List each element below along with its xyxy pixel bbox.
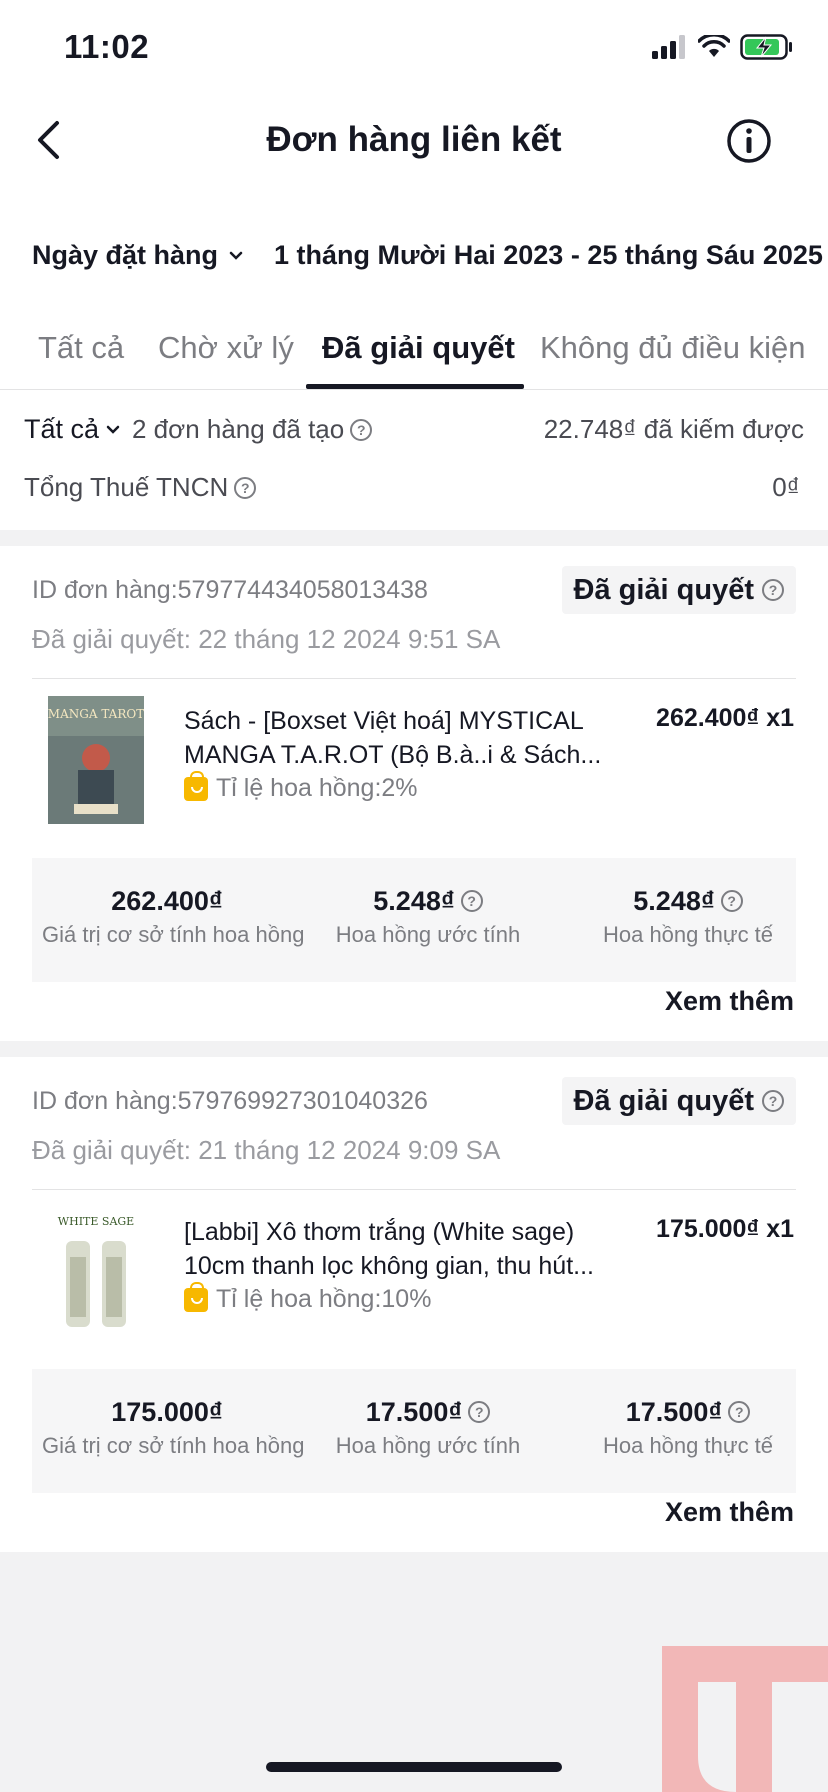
product-thumbnail[interactable]: WHITE SAGE: [48, 1207, 144, 1335]
status-time: 11:02: [64, 28, 150, 65]
orders-created: 2 đơn hàng đã tạo ?: [132, 414, 373, 445]
order-filter-dropdown[interactable]: Tất cả: [24, 414, 121, 445]
product-name[interactable]: [Labbi] Xô thơm trắng (White sage) 10cm …: [184, 1215, 624, 1283]
info-button[interactable]: [726, 118, 772, 164]
actual-commission: 17.500₫: [625, 1396, 723, 1427]
order-id: ID đơn hàng:579769927301040326: [32, 1087, 428, 1115]
battery-charging-icon: [740, 34, 792, 60]
thumb-title: WHITE SAGE: [58, 1215, 134, 1228]
order-id: ID đơn hàng:579774434058013438: [32, 576, 428, 604]
commission-rate-text: Tỉ lệ hoa hồng:2%: [216, 774, 418, 802]
base-value: 175.000₫: [111, 1396, 223, 1427]
order-card: ID đơn hàng:579774434058013438 Đã giải q…: [0, 546, 828, 1041]
tax-value: 0₫: [772, 472, 800, 502]
watermark-logo: [662, 1646, 828, 1792]
tab-resolved[interactable]: Đã giải quyết: [322, 330, 515, 366]
signal-icon: [652, 35, 685, 59]
product-price: 175.000₫ x1: [656, 1215, 794, 1243]
info-icon: [727, 119, 771, 163]
help-icon[interactable]: ?: [468, 1401, 491, 1423]
order-filter-label: Tất cả: [24, 414, 100, 444]
commission-rate: Tỉ lệ hoa hồng:2%: [184, 770, 418, 803]
help-icon[interactable]: ?: [234, 476, 257, 499]
status-badge: Đã giải quyết ?: [561, 566, 796, 614]
estimated-commission-label: Hoa hồng ước tính: [335, 922, 521, 947]
date-range-selector[interactable]: 1 tháng Mười Hai 2023 - 25 tháng Sáu 202…: [274, 240, 823, 271]
help-icon[interactable]: ?: [460, 890, 483, 912]
date-type-label: Ngày đặt hàng: [32, 240, 219, 270]
base-value-stat: 175.000₫ Giá trị cơ sở tính hoa hồng: [42, 1395, 305, 1459]
product-name[interactable]: Sách - [Boxset Việt hoá] MYSTICAL MANGA …: [184, 704, 624, 772]
status-tabs: Tất cả Chờ xử lý Đã giải quyết Không đủ …: [0, 320, 828, 390]
commission-stats: 262.400₫ Giá trị cơ sở tính hoa hồng 5.2…: [32, 858, 796, 982]
date-type-dropdown[interactable]: Ngày đặt hàng: [32, 240, 244, 271]
tax-label: Tổng Thuế TNCN ?: [24, 472, 257, 503]
commission-rate-text: Tỉ lệ hoa hồng:10%: [216, 1285, 432, 1313]
active-tab-indicator: [306, 384, 524, 389]
divider: [32, 678, 796, 679]
base-value: 262.400₫: [111, 885, 223, 916]
see-more-button[interactable]: Xem thêm: [665, 1497, 794, 1528]
shopping-bag-icon: [184, 1281, 208, 1312]
status-text: Đã giải quyết: [573, 573, 755, 606]
thumb-title: MANGA TAROT: [48, 707, 144, 721]
tax-row: Tổng Thuế TNCN ? 0₫: [24, 472, 800, 508]
tab-all[interactable]: Tất cả: [38, 330, 124, 366]
resolved-date: Đã giải quyết: 22 tháng 12 2024 9:51 SA: [32, 624, 501, 654]
estimated-commission-stat: 5.248₫? Hoa hồng ước tính: [328, 884, 528, 948]
help-icon[interactable]: ?: [728, 1401, 751, 1423]
summary-row: Tất cả 2 đơn hàng đã tạo ? 22.748₫ đã ki…: [24, 414, 804, 450]
wifi-icon: [698, 35, 730, 57]
status-text: Đã giải quyết: [573, 1084, 755, 1117]
status-icons: [652, 34, 794, 60]
see-more-button[interactable]: Xem thêm: [665, 986, 794, 1017]
tab-pending[interactable]: Chờ xử lý: [158, 330, 294, 366]
tab-ineligible[interactable]: Không đủ điều kiện: [540, 330, 805, 366]
actual-commission: 5.248₫: [633, 885, 715, 916]
estimated-commission-stat: 17.500₫? Hoa hồng ước tính: [328, 1395, 528, 1459]
help-icon[interactable]: ?: [720, 890, 743, 912]
commission-stats: 175.000₫ Giá trị cơ sở tính hoa hồng 17.…: [32, 1369, 796, 1493]
orders-created-text: 2 đơn hàng đã tạo: [132, 414, 345, 444]
base-value-label: Giá trị cơ sở tính hoa hồng: [42, 1433, 305, 1458]
base-value-label: Giá trị cơ sở tính hoa hồng: [42, 922, 305, 947]
actual-commission-label: Hoa hồng thực tế: [602, 922, 774, 947]
tax-label-text: Tổng Thuế TNCN: [24, 472, 229, 502]
order-card: ID đơn hàng:579769927301040326 Đã giải q…: [0, 1057, 828, 1552]
help-icon[interactable]: ?: [350, 418, 373, 441]
divider: [32, 1189, 796, 1190]
actual-commission-label: Hoa hồng thực tế: [602, 1433, 774, 1458]
base-value-stat: 262.400₫ Giá trị cơ sở tính hoa hồng: [42, 884, 305, 948]
estimated-commission: 17.500₫: [365, 1396, 463, 1427]
chevron-down-icon: [106, 425, 120, 434]
page-title: Đơn hàng liên kết: [266, 120, 562, 159]
estimated-commission: 5.248₫: [373, 885, 455, 916]
actual-commission-stat: 17.500₫? Hoa hồng thực tế: [588, 1395, 788, 1459]
shopping-bag-icon: [184, 770, 208, 801]
actual-commission-stat: 5.248₫? Hoa hồng thực tế: [588, 884, 788, 948]
commission-rate: Tỉ lệ hoa hồng:10%: [184, 1281, 432, 1314]
earned-amount: 22.748₫ đã kiếm được: [543, 414, 804, 444]
home-indicator: [266, 1762, 562, 1772]
product-thumbnail[interactable]: MANGA TAROT: [48, 696, 144, 824]
product-price: 262.400₫ x1: [656, 704, 794, 732]
resolved-date: Đã giải quyết: 21 tháng 12 2024 9:09 SA: [32, 1135, 501, 1165]
help-icon[interactable]: ?: [762, 1090, 784, 1112]
help-icon[interactable]: ?: [762, 579, 784, 601]
status-badge: Đã giải quyết ?: [561, 1077, 796, 1125]
estimated-commission-label: Hoa hồng ước tính: [335, 1433, 521, 1458]
chevron-down-icon: [229, 251, 243, 260]
